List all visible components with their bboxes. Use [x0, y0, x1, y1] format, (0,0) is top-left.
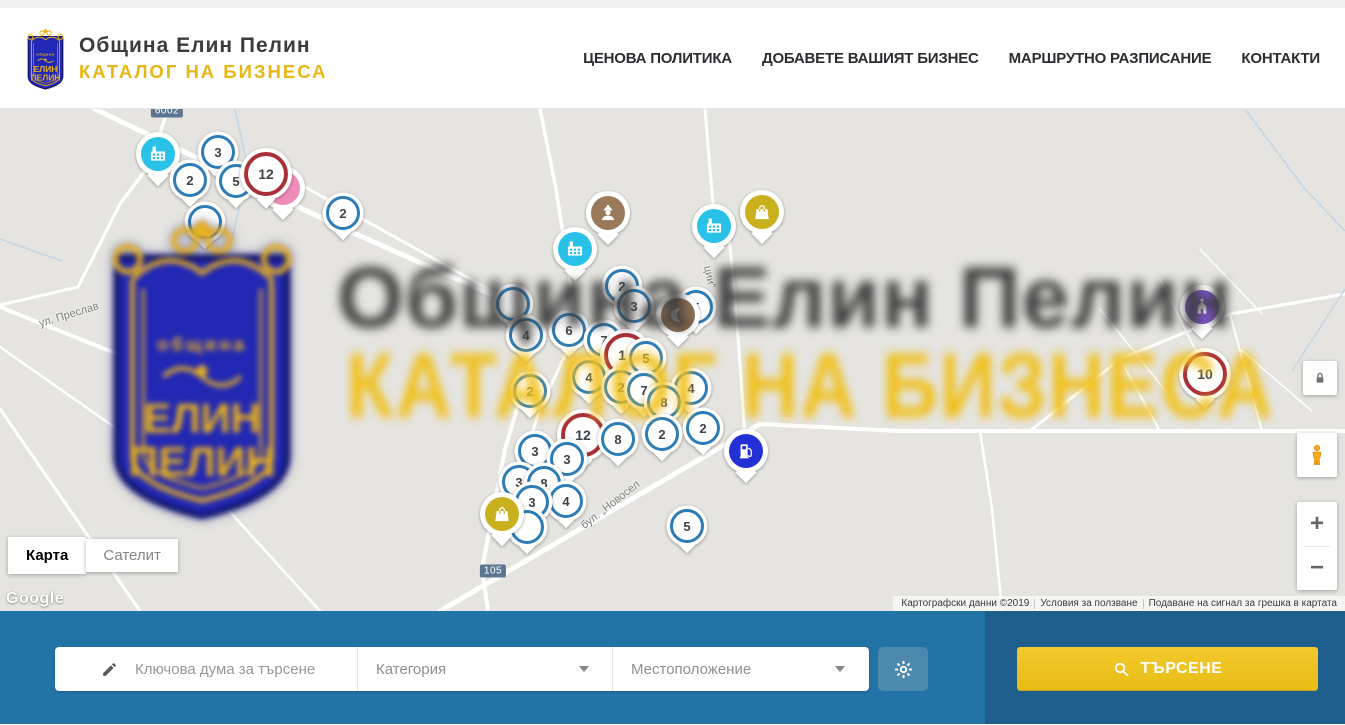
- factory-marker[interactable]: [697, 209, 731, 243]
- keyword-search-input[interactable]: [133, 660, 327, 679]
- zoom-in-button[interactable]: +: [1297, 502, 1337, 546]
- cluster-marker[interactable]: 2: [326, 196, 360, 230]
- lock-icon: [1312, 370, 1328, 386]
- zoom-control: + −: [1297, 502, 1337, 590]
- street-view-pegman-button[interactable]: [1297, 433, 1337, 477]
- search-submit-label: ТЪРСЕНЕ: [1141, 660, 1223, 678]
- category-dropdown-label: Категория: [376, 661, 446, 678]
- search-submit-button[interactable]: ТЪРСЕНЕ: [1017, 647, 1318, 691]
- google-logo[interactable]: Google: [6, 590, 64, 608]
- cluster-marker[interactable]: 2: [686, 411, 720, 445]
- zoom-out-button[interactable]: −: [1297, 547, 1337, 591]
- attribution-copyright: Картографски данни ©2019: [896, 598, 1034, 609]
- brand-logo[interactable]: община ЕЛИН ПЕЛИН Община Елин Пелин КАТА…: [22, 27, 327, 90]
- factory-marker[interactable]: [558, 232, 592, 266]
- location-dropdown[interactable]: Местоположение: [613, 661, 869, 678]
- pegman-icon: [1306, 439, 1328, 471]
- map-type-control: Карта Сателит: [8, 537, 178, 574]
- moon-marker[interactable]: [661, 298, 695, 332]
- nav-contacts[interactable]: КОНТАКТИ: [1241, 50, 1320, 67]
- top-strip: [0, 0, 1345, 8]
- svg-text:община: община: [36, 52, 54, 56]
- search-bar: Категория Местоположение: [0, 611, 1345, 724]
- worker-marker[interactable]: [591, 196, 625, 230]
- cluster-marker[interactable]: 2: [513, 374, 547, 408]
- gear-icon: [893, 659, 914, 680]
- category-dropdown[interactable]: Категория: [358, 661, 612, 678]
- map-canvas[interactable]: 6002105ул. Преславбул. „Новоселции" 3251…: [0, 109, 1345, 611]
- attribution-report-link[interactable]: Подаване на сигнал за грешка в картата: [1144, 598, 1342, 609]
- main-nav: ЦЕНОВА ПОЛИТИКА ДОБАВЕТЕ ВАШИЯТ БИЗНЕС М…: [583, 50, 1320, 67]
- nav-pricing-policy[interactable]: ЦЕНОВА ПОЛИТИКА: [583, 50, 732, 67]
- nav-route-schedule[interactable]: МАРШРУТНО РАЗПИСАНИЕ: [1009, 50, 1212, 67]
- cluster-marker[interactable]: 2: [645, 417, 679, 451]
- map-attribution: Картографски данни ©2019 Условия за полз…: [893, 596, 1345, 611]
- keyword-field-wrap: [55, 660, 357, 679]
- fuel-marker[interactable]: [729, 434, 763, 468]
- site-subtitle: КАТАЛОГ НА БИЗНЕСА: [79, 61, 327, 83]
- cluster-marker[interactable]: [496, 287, 530, 321]
- chevron-down-icon: [579, 666, 589, 672]
- factory-marker[interactable]: [141, 137, 175, 171]
- cluster-marker[interactable]: 8: [647, 385, 681, 419]
- site-title: Община Елин Пелин: [79, 34, 327, 58]
- cluster-marker[interactable]: 5: [670, 509, 704, 543]
- cluster-marker[interactable]: 2: [173, 163, 207, 197]
- chevron-down-icon: [835, 666, 845, 672]
- cluster-marker[interactable]: 10: [1183, 352, 1227, 396]
- cluster-marker[interactable]: 4: [572, 360, 606, 394]
- search-form: Категория Местоположение: [55, 647, 869, 691]
- lock-button[interactable]: [1303, 361, 1337, 395]
- advanced-settings-button[interactable]: [878, 647, 928, 691]
- cluster-marker[interactable]: 3: [518, 434, 552, 468]
- pencil-icon: [101, 661, 118, 678]
- cluster-marker[interactable]: 8: [601, 422, 635, 456]
- header: община ЕЛИН ПЕЛИН Община Елин Пелин КАТА…: [0, 8, 1345, 109]
- cluster-marker[interactable]: 12: [244, 152, 288, 196]
- location-dropdown-label: Местоположение: [631, 661, 751, 678]
- cluster-marker[interactable]: [188, 205, 222, 239]
- bag-marker[interactable]: [485, 497, 519, 531]
- map-markers: 32512223564713542472822128333843510: [0, 109, 1345, 611]
- attribution-terms-link[interactable]: Условия за ползване: [1035, 598, 1142, 609]
- church-marker[interactable]: [1185, 290, 1219, 324]
- municipality-crest-icon: община ЕЛИН ПЕЛИН: [22, 27, 69, 90]
- search-icon: [1113, 661, 1130, 678]
- map-type-map-button[interactable]: Карта: [8, 537, 86, 574]
- cluster-marker[interactable]: 4: [549, 484, 583, 518]
- svg-text:ПЕЛИН: ПЕЛИН: [31, 72, 61, 82]
- nav-add-your-business[interactable]: ДОБАВЕТЕ ВАШИЯТ БИЗНЕС: [762, 50, 979, 67]
- map-type-satellite-button[interactable]: Сателит: [86, 539, 178, 572]
- bag-marker[interactable]: [745, 195, 779, 229]
- cluster-marker[interactable]: 3: [617, 289, 651, 323]
- cluster-marker[interactable]: 4: [509, 318, 543, 352]
- cluster-marker[interactable]: 6: [552, 313, 586, 347]
